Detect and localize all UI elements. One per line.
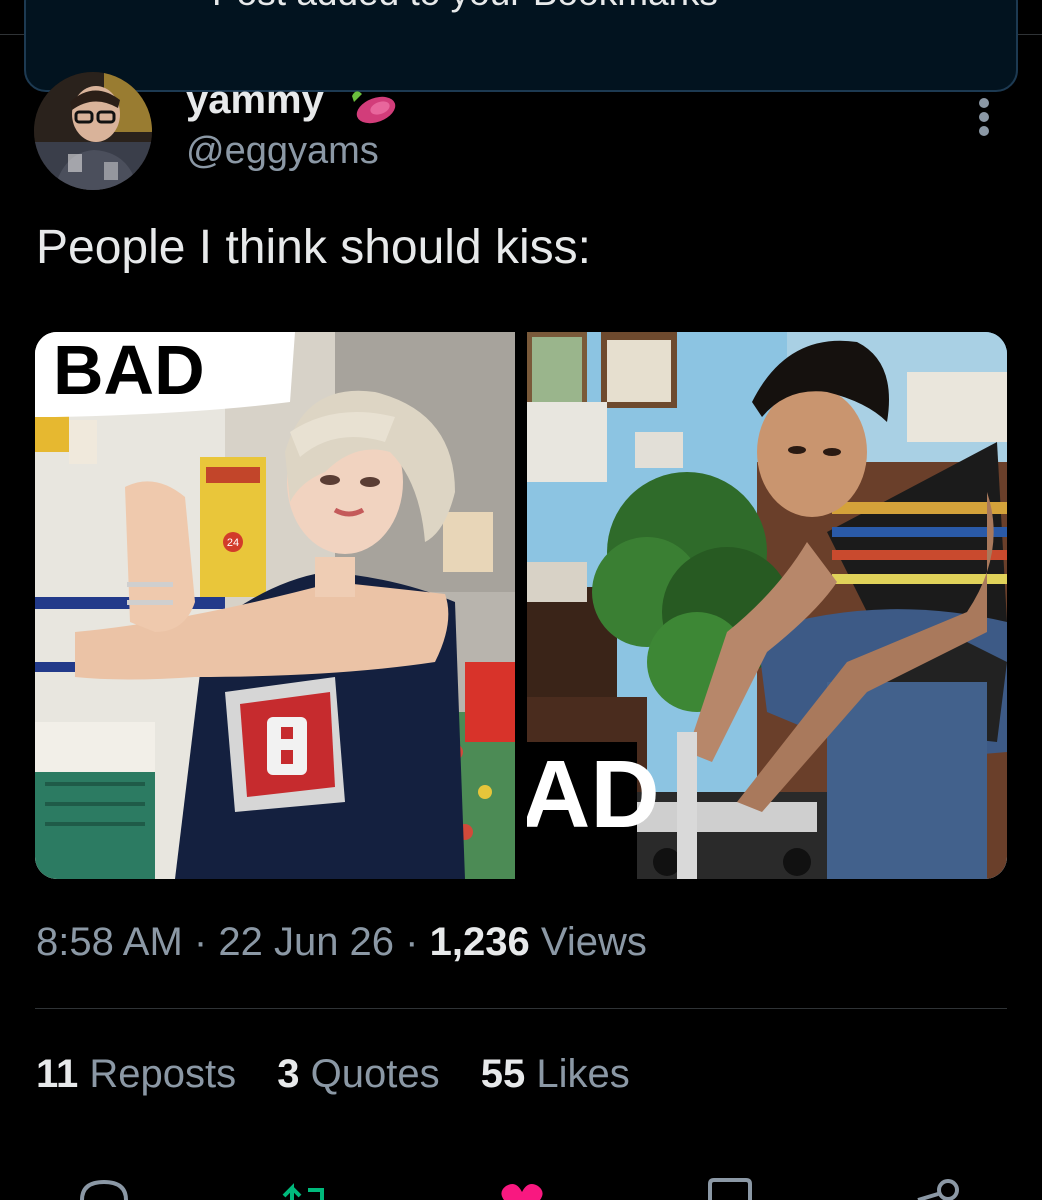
quotes-stat[interactable]: 3 Quotes	[277, 1052, 439, 1096]
more-options-icon[interactable]	[970, 96, 1000, 138]
photo-right[interactable]: AD	[527, 332, 1007, 879]
toast-message: Post added to your Bookmarks	[212, 0, 718, 14]
user-handle[interactable]: @eggyams	[186, 130, 379, 173]
views-count: 1,236	[429, 920, 530, 964]
meta-separator: ·	[193, 920, 208, 964]
action-bar	[0, 1176, 1042, 1200]
divider	[35, 1008, 1007, 1009]
likes-stat[interactable]: 55 Likes	[481, 1052, 630, 1096]
like-icon[interactable]	[494, 1176, 550, 1200]
photo-left[interactable]: 24 BAD	[35, 332, 515, 879]
reposts-stat[interactable]: 11 Reposts	[36, 1052, 236, 1096]
bookmark-toast[interactable]: Post added to your Bookmarks	[24, 0, 1018, 92]
repost-icon[interactable]	[278, 1176, 334, 1200]
avatar[interactable]	[34, 72, 152, 190]
bookmark-icon[interactable]	[702, 1176, 758, 1200]
price-tag: 24	[227, 537, 239, 549]
meta-separator: ·	[405, 920, 419, 964]
share-icon[interactable]	[914, 1176, 970, 1200]
media-grid: 24 BAD AD	[35, 332, 1007, 879]
tweet-date[interactable]: 22 Jun 26	[218, 920, 394, 964]
tweet-text: People I think should kiss:	[36, 221, 591, 274]
views-label: Views	[540, 920, 647, 964]
display-name[interactable]: yammy	[186, 78, 324, 123]
ad-overlay-text: AD	[527, 741, 660, 848]
tweet-meta: 8:58 AM · 22 Jun 26 · 1,236 Views	[36, 920, 647, 965]
reply-icon[interactable]	[76, 1176, 132, 1200]
engagement-stats: 11 Reposts 3 Quotes 55 Likes	[36, 1052, 660, 1097]
bad-overlay-text: BAD	[53, 332, 205, 409]
tweet-time[interactable]: 8:58 AM	[36, 920, 183, 964]
sweet-potato-emoji-icon	[344, 84, 402, 128]
